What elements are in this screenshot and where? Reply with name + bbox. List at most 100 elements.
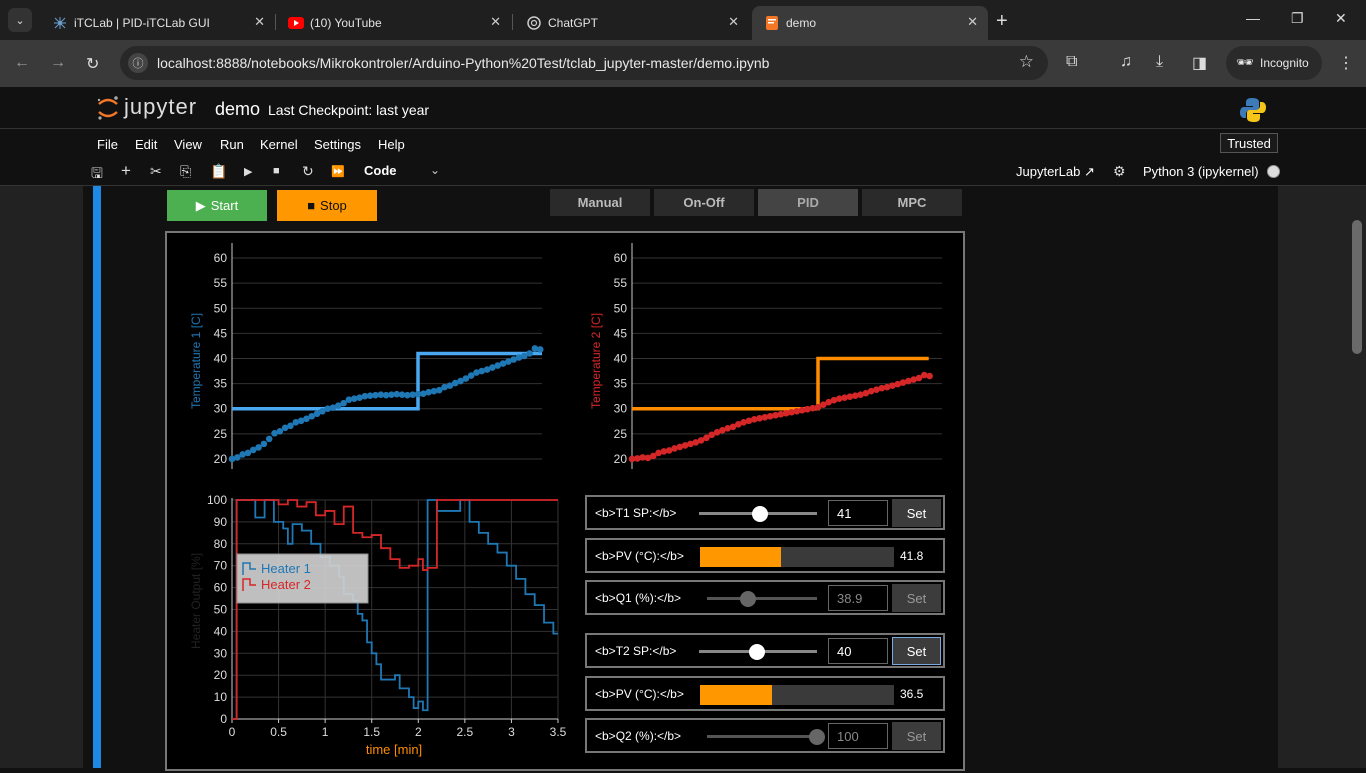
stop-icon: ■ bbox=[307, 198, 316, 213]
browser-tab-youtube[interactable]: (10) YouTube ✕ bbox=[276, 6, 511, 40]
notebook-name[interactable]: demo bbox=[215, 99, 260, 120]
y-tick-label: 10 bbox=[214, 690, 228, 704]
address-bar[interactable]: ⓘ localhost:8888/notebooks/Mikrokontrole… bbox=[120, 46, 1048, 80]
measured-point bbox=[526, 350, 533, 357]
q2-set-button: Set bbox=[892, 722, 941, 750]
temperature-1-chart: Temperature 1 [C] 20 25 30 35 40 45 50 55 60 bbox=[189, 243, 544, 469]
x-tick-label: 1.5 bbox=[363, 725, 380, 739]
tab-title: demo bbox=[786, 16, 817, 30]
t1-sp-slider-handle[interactable] bbox=[752, 506, 768, 522]
close-icon[interactable]: ✕ bbox=[490, 14, 501, 30]
new-tab-icon[interactable]: + bbox=[996, 10, 1008, 33]
y-tick-label: 60 bbox=[214, 251, 228, 265]
browser-tab-chatgpt[interactable]: ChatGPT ✕ bbox=[514, 6, 749, 40]
close-icon[interactable]: ✕ bbox=[967, 14, 978, 30]
trusted-badge[interactable]: Trusted bbox=[1220, 133, 1278, 153]
kernel-status[interactable]: Python 3 (ipykernel) bbox=[1143, 164, 1259, 179]
t1-sp-set-button[interactable]: Set bbox=[892, 499, 941, 527]
y-tick-label: 20 bbox=[214, 668, 228, 682]
restart-icon[interactable]: ↻ bbox=[302, 163, 314, 180]
menu-run[interactable]: Run bbox=[220, 137, 244, 152]
menu-settings[interactable]: Settings bbox=[314, 137, 361, 152]
y-tick-label: 35 bbox=[614, 377, 628, 391]
media-control-icon[interactable]: ♫ bbox=[1120, 53, 1132, 71]
incognito-badge[interactable]: 🕶 Incognito bbox=[1226, 46, 1322, 80]
y-tick-label: 30 bbox=[214, 646, 228, 660]
y-tick-label: 45 bbox=[214, 326, 228, 340]
menu-view[interactable]: View bbox=[174, 137, 202, 152]
url-text[interactable]: localhost:8888/notebooks/Mikrokontroler/… bbox=[157, 55, 769, 71]
gear-icon[interactable]: ⚙ bbox=[1113, 163, 1126, 180]
active-cell-indicator[interactable] bbox=[93, 186, 101, 768]
cell-type-select[interactable]: Code bbox=[364, 163, 397, 178]
menu-bar: File Edit View Run Kernel Settings Help bbox=[0, 128, 1366, 158]
pv1-display: <b>PV (°C):</b> 41.8 bbox=[585, 538, 945, 573]
chevron-down-icon[interactable]: ⌄ bbox=[430, 163, 440, 177]
y-tick-label: 0 bbox=[220, 712, 227, 726]
start-button[interactable]: ▶ Start bbox=[167, 190, 267, 221]
cut-icon[interactable]: ✂ bbox=[150, 163, 162, 180]
tab-pid[interactable]: PID bbox=[758, 189, 858, 216]
stop-label: Stop bbox=[320, 198, 347, 213]
y-tick-label: 40 bbox=[214, 352, 228, 366]
save-icon[interactable]: 🖫 bbox=[91, 163, 103, 187]
run-icon[interactable]: ▶ bbox=[244, 165, 252, 178]
incognito-label: Incognito bbox=[1260, 56, 1309, 70]
back-arrow-icon[interactable]: ← bbox=[14, 54, 30, 72]
copy-icon[interactable]: ⎘ bbox=[180, 163, 191, 180]
forward-arrow-icon[interactable]: → bbox=[50, 54, 66, 72]
add-cell-icon[interactable]: + bbox=[121, 161, 131, 181]
t2-sp-slider-handle[interactable] bbox=[749, 644, 765, 660]
y-tick-label: 60 bbox=[214, 581, 228, 595]
tab-mpc[interactable]: MPC bbox=[862, 189, 962, 216]
browser-tab-demo[interactable]: demo ✕ bbox=[752, 6, 988, 40]
measured-point bbox=[265, 435, 273, 443]
tab-on-off[interactable]: On-Off bbox=[654, 189, 754, 216]
run-all-icon[interactable]: ⏩ bbox=[331, 165, 345, 178]
jupyterlab-label: JupyterLab bbox=[1016, 164, 1081, 179]
stop-kernel-icon[interactable]: ■ bbox=[273, 165, 280, 177]
bookmark-star-icon[interactable]: ☆ bbox=[1019, 52, 1034, 72]
menu-help[interactable]: Help bbox=[378, 137, 405, 152]
download-icon[interactable]: ⤓ bbox=[1156, 53, 1163, 71]
jupyterlab-link[interactable]: JupyterLab ↗ bbox=[1016, 164, 1095, 180]
minimize-icon[interactable]: — bbox=[1246, 10, 1260, 26]
tab-search-button[interactable]: ⌄ bbox=[8, 8, 32, 32]
close-window-icon[interactable]: ✕ bbox=[1335, 10, 1347, 27]
restore-icon[interactable]: ❐ bbox=[1291, 10, 1304, 27]
close-icon[interactable]: ✕ bbox=[728, 14, 739, 30]
menu-file[interactable]: File bbox=[97, 137, 118, 152]
site-info-icon[interactable]: ⓘ bbox=[128, 53, 148, 73]
jupyter-logo-icon[interactable] bbox=[96, 95, 120, 121]
t2-sp-input[interactable]: 40 bbox=[828, 638, 888, 664]
tab-manual[interactable]: Manual bbox=[550, 189, 650, 216]
pv2-label: <b>PV (°C):</b> bbox=[595, 687, 684, 701]
reload-icon[interactable]: ↻ bbox=[86, 54, 99, 74]
paste-icon[interactable]: 📋 bbox=[210, 163, 227, 180]
legend-label-heater-1: Heater 1 bbox=[261, 561, 311, 576]
menu-edit[interactable]: Edit bbox=[135, 137, 157, 152]
q1-control: <b>Q1 (%):</b> 38.9 Set bbox=[585, 580, 945, 615]
browser-tab-itclab[interactable]: iTCLab | PID-iTCLab GUI ✕ bbox=[40, 6, 275, 40]
chart-legend: Heater 1 Heater 2 bbox=[236, 553, 369, 604]
stop-button[interactable]: ■ Stop bbox=[277, 190, 377, 221]
side-panel-icon[interactable]: ◨ bbox=[1192, 53, 1207, 73]
t1-sp-input[interactable]: 41 bbox=[828, 500, 888, 526]
notebook-toolbar: 🖫 + ✂ ⎘ 📋 ▶ ■ ↻ ⏩ Code ⌄ JupyterLab ↗ ⚙ … bbox=[0, 158, 1366, 186]
y-tick-label: 30 bbox=[614, 402, 628, 416]
extensions-icon[interactable]: ⧉ bbox=[1066, 53, 1077, 71]
pv1-value: 41.8 bbox=[900, 549, 924, 563]
t2-sp-set-button[interactable]: Set bbox=[892, 637, 941, 665]
q1-label: <b>Q1 (%):</b> bbox=[595, 591, 682, 605]
python-logo-icon bbox=[1240, 98, 1266, 122]
x-axis-label: time [min] bbox=[366, 742, 422, 757]
measured-point bbox=[536, 346, 544, 353]
y-tick-label: 45 bbox=[614, 326, 628, 340]
page-scrollbar[interactable] bbox=[1352, 220, 1362, 354]
more-menu-icon[interactable]: ⋮ bbox=[1338, 53, 1354, 73]
heater-output-chart: Heater Output [%] time [min] 01020304050… bbox=[189, 493, 567, 757]
close-icon[interactable]: ✕ bbox=[254, 14, 265, 30]
y-tick-label: 20 bbox=[214, 452, 228, 466]
menu-kernel[interactable]: Kernel bbox=[260, 137, 298, 152]
y-axis-label: Heater Output [%] bbox=[189, 553, 203, 649]
